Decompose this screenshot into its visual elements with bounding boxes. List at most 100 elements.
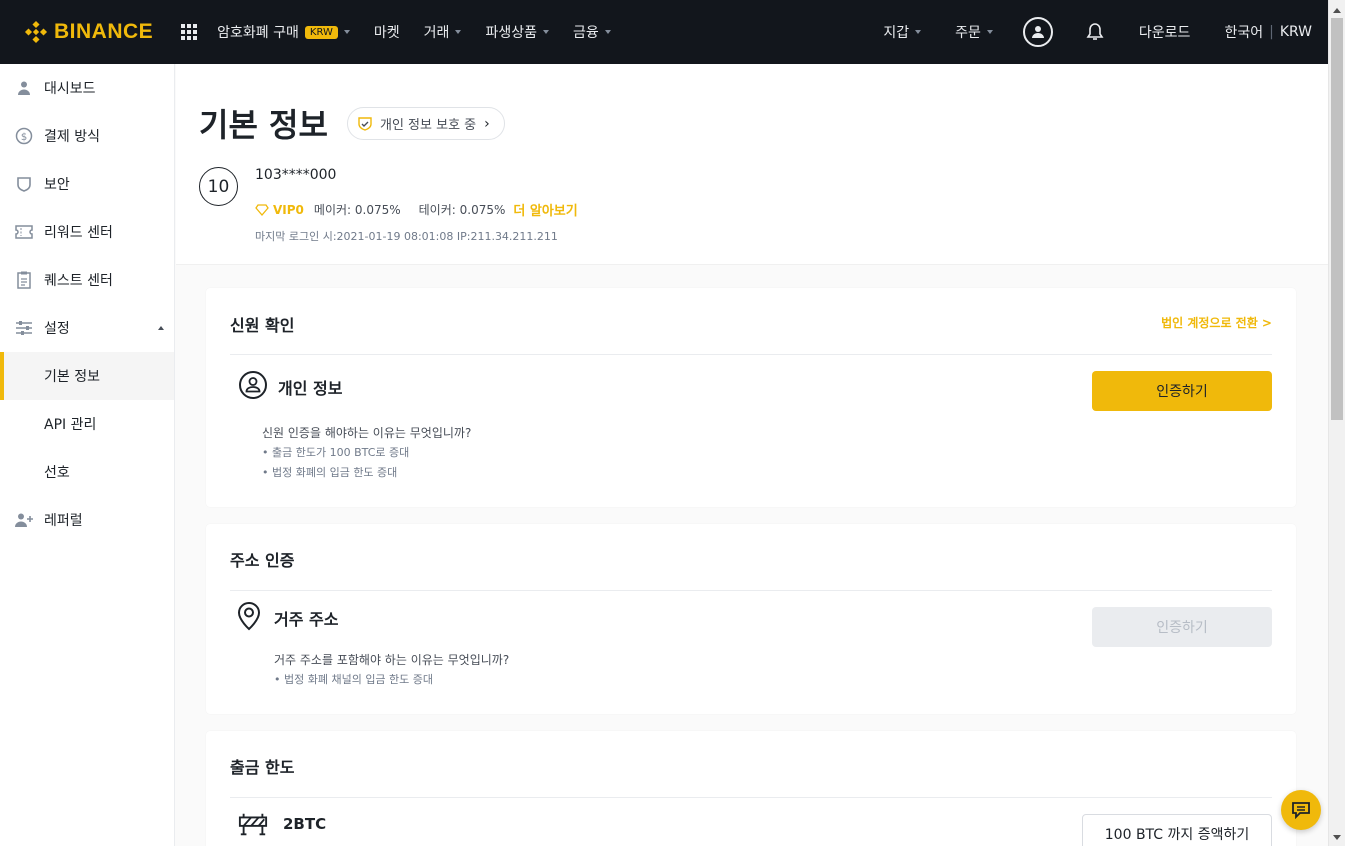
sliders-icon [14, 318, 34, 338]
page-scrollbar[interactable] [1328, 0, 1345, 846]
chevron-down-icon [604, 30, 611, 34]
bell-icon[interactable] [1085, 22, 1105, 42]
scrollbar-thumb[interactable] [1331, 18, 1343, 420]
nav-finance[interactable]: 금융 [573, 22, 611, 42]
nav-markets[interactable]: 마켓 [374, 22, 400, 42]
sidebar-item-payment[interactable]: $ 결제 방식 [0, 112, 174, 160]
user-profile-icon[interactable] [1022, 17, 1053, 47]
sidebar-item-referral[interactable]: 레퍼럴 [0, 496, 174, 544]
user-id: 103****000 [255, 167, 337, 183]
nav-wallet[interactable]: 지갑 [883, 22, 922, 42]
page-title: 기본 정보 [199, 106, 328, 144]
sidebar-item-label: API 관리 [44, 417, 97, 433]
divider: | [1269, 24, 1274, 40]
shield-check-icon [358, 116, 372, 131]
nav-wallet-label: 지갑 [883, 25, 910, 41]
privacy-protection-badge[interactable]: 개인 정보 보호 중 › [347, 107, 505, 140]
verify-identity-button[interactable]: 인증하기 [1092, 371, 1272, 411]
identity-description: 신원 인증을 해야하는 이유는 무엇입니까? • 출금 한도가 100 BTC로… [262, 423, 471, 483]
nav-buy-crypto[interactable]: 암호화폐 구매 KRW [217, 22, 350, 42]
divider [230, 590, 1272, 591]
address-verification-card: 주소 인증 거주 주소 인증하기 거주 주소를 포함해야 하는 이유는 무엇입니… [206, 524, 1296, 714]
ticket-icon [14, 222, 34, 242]
chevron-down-icon [986, 30, 993, 34]
clipboard-icon [14, 270, 34, 290]
nav-orders[interactable]: 주문 [955, 22, 993, 42]
user-level-avatar: 10 [199, 167, 238, 206]
chevron-right-icon: › [484, 115, 490, 132]
nav-derivatives-label: 파생상품 [485, 25, 537, 41]
withdrawal-limit-card: 출금 한도 2BTC 100 BTC 까지 증액하기 [206, 731, 1296, 846]
chevron-down-icon [343, 30, 350, 34]
sidebar-item-dashboard[interactable]: 대시보드 [0, 64, 174, 112]
sidebar-item-api-management[interactable]: API 관리 [0, 400, 174, 448]
personal-info-label: 개인 정보 [278, 379, 343, 398]
dollar-icon: $ [14, 126, 34, 146]
chevron-down-icon [455, 30, 462, 34]
sidebar-item-quest-center[interactable]: 퀘스트 센터 [0, 256, 174, 304]
sidebar-item-label: 선호 [44, 465, 70, 481]
nav-derivatives[interactable]: 파생상품 [485, 22, 549, 42]
increase-limit-button[interactable]: 100 BTC 까지 증액하기 [1082, 814, 1272, 846]
button-label: 100 BTC 까지 증액하기 [1104, 827, 1250, 843]
sidebar: 대시보드 $ 결제 방식 보안 리워드 센터 퀘스트 센터 설정 기본 정보 A… [0, 64, 175, 846]
divider [230, 354, 1272, 355]
sidebar-item-label: 퀘스트 센터 [44, 273, 113, 289]
nav-buy-crypto-label: 암호화폐 구매 [217, 25, 299, 41]
address-benefit: • 법정 화폐 채널의 입금 한도 증대 [274, 673, 434, 686]
sidebar-item-settings[interactable]: 설정 [0, 304, 174, 352]
add-user-icon [14, 510, 34, 530]
nav-download[interactable]: 다운로드 [1139, 22, 1191, 42]
nav-trade-label: 거래 [423, 25, 450, 41]
fee-tier-row: VIP0 메이커: 0.075% 테이커: 0.075% 더 알아보기 [255, 200, 578, 219]
identity-question: 신원 인증을 해야하는 이유는 무엇입니까? [262, 426, 472, 440]
card-title: 신원 확인 [230, 316, 295, 335]
sidebar-item-label: 보안 [44, 177, 70, 193]
krw-badge: KRW [304, 25, 338, 39]
divider [230, 797, 1272, 798]
support-chat-button[interactable] [1281, 790, 1321, 830]
sidebar-item-basic-info[interactable]: 기본 정보 [0, 352, 174, 400]
card-title: 출금 한도 [230, 758, 295, 777]
scroll-up-arrow-icon[interactable] [1333, 8, 1341, 13]
sidebar-item-security[interactable]: 보안 [0, 160, 174, 208]
taker-fee: 테이커: 0.075% [418, 203, 506, 217]
button-label: 인증하기 [1156, 620, 1208, 636]
shield-icon [14, 174, 34, 194]
identity-benefit: • 법정 화폐의 입금 한도 증대 [262, 466, 398, 479]
top-nav: BINANCE 암호화폐 구매 KRW 마켓 거래 파생상품 금융 지갑 주문 … [0, 0, 1328, 64]
sidebar-item-reward-center[interactable]: 리워드 센터 [0, 208, 174, 256]
last-login-info: 마지막 로그인 시:2021-01-19 08:01:08 IP:211.34.… [255, 230, 558, 243]
learn-more-link[interactable]: 더 알아보기 [513, 200, 577, 219]
sidebar-item-label: 기본 정보 [44, 369, 100, 385]
scroll-down-arrow-icon[interactable] [1333, 835, 1341, 840]
sidebar-item-label: 레퍼럴 [44, 513, 83, 529]
person-icon [14, 78, 34, 98]
sidebar-item-label: 설정 [44, 321, 70, 337]
sidebar-item-preferences[interactable]: 선호 [0, 448, 174, 496]
nav-markets-label: 마켓 [373, 25, 400, 41]
identity-verification-card: 신원 확인 법인 계정으로 전환 > 개인 정보 인증하기 신원 인증을 해야하… [206, 288, 1296, 507]
withdrawal-limit-value: 2BTC [283, 815, 327, 833]
nav-currency-label: KRW [1279, 24, 1312, 40]
nav-download-label: 다운로드 [1138, 25, 1191, 41]
binance-logo[interactable]: BINANCE [24, 20, 153, 44]
chevron-down-icon [542, 30, 549, 34]
address-description: 거주 주소를 포함해야 하는 이유는 무엇입니까? • 법정 화폐 채널의 입금… [274, 650, 509, 690]
apps-grid-icon[interactable] [181, 24, 198, 40]
profile-header: 기본 정보 개인 정보 보호 중 › 10 103****000 VIP0 메이… [176, 64, 1328, 265]
nav-finance-label: 금융 [572, 25, 599, 41]
person-circle-icon [238, 370, 268, 400]
chevron-down-icon [915, 30, 922, 34]
nav-trade[interactable]: 거래 [424, 22, 462, 42]
privacy-badge-label: 개인 정보 보호 중 [380, 118, 477, 133]
brand-name: BINANCE [54, 20, 154, 43]
sidebar-item-label: 결제 방식 [44, 129, 100, 145]
verify-address-button[interactable]: 인증하기 [1092, 607, 1272, 647]
barrier-icon [238, 809, 268, 839]
nav-language-currency[interactable]: 한국어 | KRW [1224, 22, 1312, 42]
switch-to-corporate-link[interactable]: 법인 계정으로 전환 > [1161, 314, 1272, 331]
binance-logo-icon [24, 20, 48, 44]
nav-language-label: 한국어 [1224, 25, 1264, 41]
identity-benefit: • 출금 한도가 100 BTC로 증대 [262, 446, 410, 459]
